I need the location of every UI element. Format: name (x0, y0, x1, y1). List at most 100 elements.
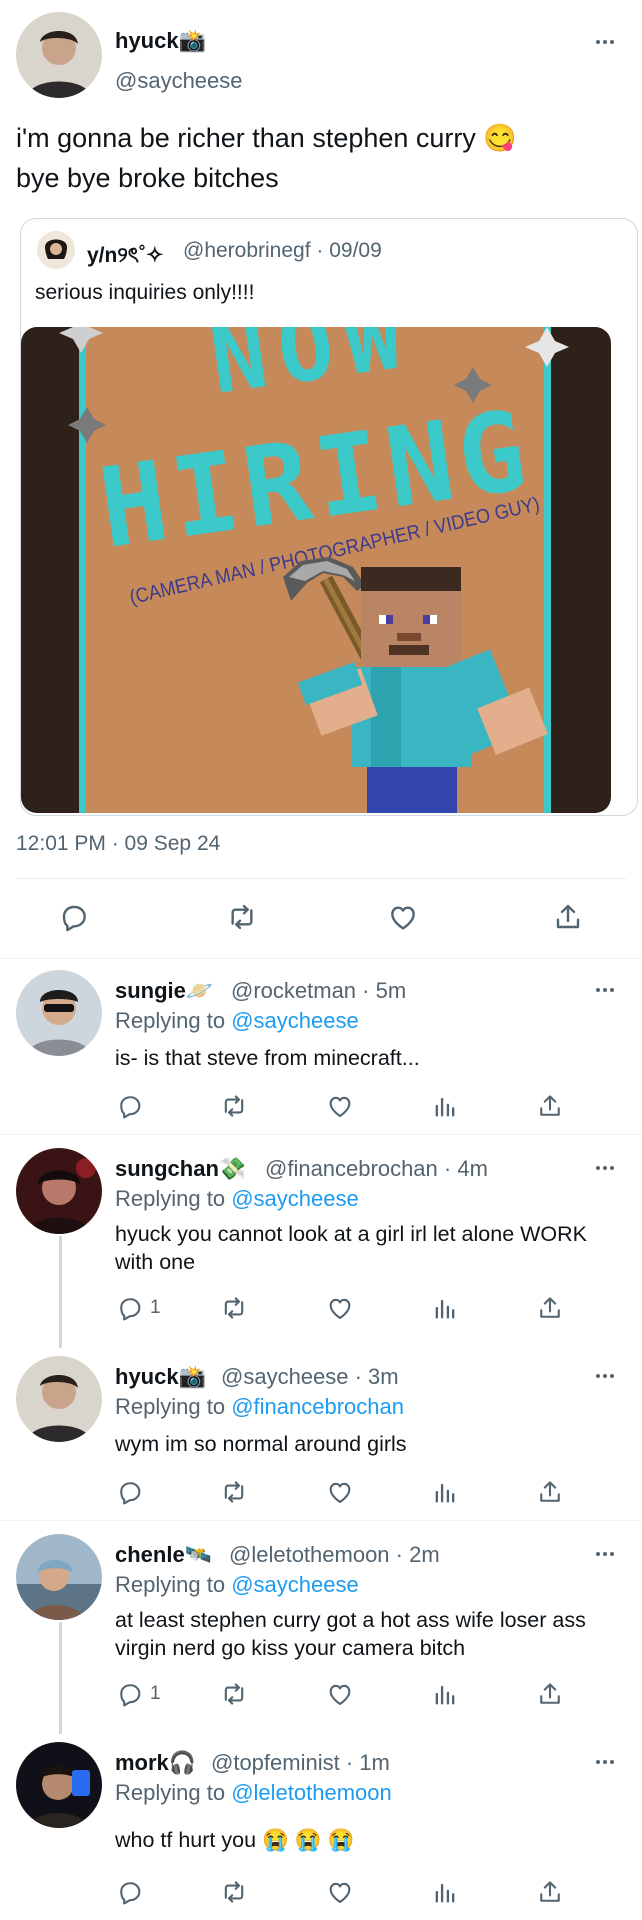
share-button[interactable] (536, 1478, 564, 1506)
replying-label: Replying to (115, 1008, 232, 1033)
reply-icon (116, 1680, 144, 1708)
replying-to-link[interactable]: @saycheese (231, 1008, 359, 1033)
reply-avatar[interactable] (16, 1148, 102, 1234)
reply-avatar[interactable] (16, 1356, 102, 1442)
reply-author-meta[interactable]: @topfeminist · 1m (211, 1750, 390, 1776)
like-button[interactable] (387, 901, 419, 933)
divider (16, 878, 626, 879)
retweet-button[interactable] (220, 1478, 248, 1506)
heart-icon (326, 1680, 354, 1708)
like-button[interactable] (326, 1294, 354, 1322)
reply-tweet[interactable]: sungie🪐 @rocketman · 5m Replying to @say… (0, 958, 642, 1134)
reply-author-name[interactable]: mork🎧 (115, 1750, 196, 1776)
heart-icon (326, 1092, 354, 1120)
author-avatar[interactable] (16, 12, 102, 98)
reply-tweet[interactable]: chenle🛰️ @leletothemoon · 2m Replying to… (0, 1522, 642, 1728)
reply-tweet[interactable]: sungchan💸 @financebrochan · 4m Replying … (0, 1136, 642, 1342)
views-icon (431, 1680, 459, 1708)
retweet-button[interactable] (220, 1680, 248, 1708)
quoted-author-name[interactable]: y/n୨ৎ˚✧ (87, 239, 164, 274)
share-button[interactable] (552, 901, 584, 933)
views-icon (431, 1878, 459, 1906)
reply-button[interactable] (116, 1878, 150, 1906)
share-icon (536, 1294, 564, 1322)
replying-to-link[interactable]: @financebrochan (231, 1394, 404, 1419)
reply-author-name[interactable]: sungie🪐 (115, 978, 213, 1004)
author-handle[interactable]: @saycheese (115, 68, 243, 94)
reply-text: who tf hurt you 😭 😭 😭 (115, 1828, 355, 1852)
heart-icon (326, 1478, 354, 1506)
retweet-button[interactable] (220, 1092, 248, 1120)
reply-text: hyuck you cannot look at a girl irl let … (115, 1222, 588, 1274)
more-options-icon[interactable] (596, 1163, 620, 1173)
more-options-icon[interactable] (596, 1549, 620, 1559)
now-hiring-image[interactable]: NOW HIRING (CAMERA MAN / PHOTOGRAPHER / … (21, 327, 611, 813)
reply-author-name[interactable]: hyuck📸 (115, 1364, 206, 1390)
views-button[interactable] (431, 1294, 459, 1322)
reply-author-name[interactable]: chenle🛰️ (115, 1542, 212, 1568)
reply-button[interactable] (116, 1478, 150, 1506)
replying-to-link[interactable]: @leletothemoon (231, 1780, 392, 1805)
share-button[interactable] (536, 1680, 564, 1708)
quoted-author-avatar[interactable] (37, 231, 75, 269)
tweet-text-line: i'm gonna be richer than stephen curry 😋 (16, 123, 518, 153)
share-button[interactable] (536, 1878, 564, 1906)
replying-to-link[interactable]: @saycheese (231, 1572, 359, 1597)
like-button[interactable] (326, 1878, 354, 1906)
views-icon (431, 1294, 459, 1322)
like-button[interactable] (326, 1092, 354, 1120)
like-button[interactable] (326, 1478, 354, 1506)
quoted-tweet[interactable]: y/n୨ৎ˚✧ @herobrinegf · 09/09 serious inq… (20, 218, 638, 816)
reply-icon (116, 1478, 144, 1506)
share-icon (552, 901, 584, 933)
reply-author-meta[interactable]: @rocketman · 5m (231, 978, 406, 1004)
retweet-button[interactable] (226, 901, 258, 933)
replying-to: Replying to @saycheese (115, 1008, 359, 1034)
quoted-author-meta[interactable]: @herobrinegf · 09/09 (183, 239, 382, 263)
author-name[interactable]: hyuck📸 (115, 28, 206, 54)
views-icon (431, 1092, 459, 1120)
replying-label: Replying to (115, 1572, 232, 1597)
reply-text: wym im so normal around girls (115, 1432, 407, 1456)
reply-icon (116, 1878, 144, 1906)
reply-avatar[interactable] (16, 1742, 102, 1828)
views-button[interactable] (431, 1878, 459, 1906)
views-button[interactable] (431, 1478, 459, 1506)
reply-button[interactable]: 1 (116, 1680, 161, 1708)
retweet-icon (220, 1478, 248, 1506)
tweet-timestamp[interactable]: 12:01 PM · 09 Sep 24 (16, 832, 220, 856)
replying-to: Replying to @leletothemoon (115, 1780, 392, 1806)
reply-avatar[interactable] (16, 1534, 102, 1620)
divider (0, 1134, 642, 1135)
reply-author-meta[interactable]: @leletothemoon · 2m (229, 1542, 440, 1568)
share-button[interactable] (536, 1294, 564, 1322)
more-options-icon[interactable] (596, 1371, 620, 1381)
reply-author-meta[interactable]: @financebrochan · 4m (265, 1156, 488, 1182)
retweet-icon (220, 1294, 248, 1322)
more-options-icon[interactable] (596, 1757, 620, 1767)
reply-tweet[interactable]: hyuck📸 @saycheese · 3m Replying to @fina… (0, 1344, 642, 1518)
views-button[interactable] (431, 1092, 459, 1120)
reply-text: at least stephen curry got a hot ass wif… (115, 1608, 586, 1660)
more-options-icon[interactable] (596, 985, 620, 995)
like-button[interactable] (326, 1680, 354, 1708)
views-button[interactable] (431, 1680, 459, 1708)
reply-avatar[interactable] (16, 970, 102, 1056)
quoted-tweet-text: serious inquiries only!!!! (35, 281, 255, 304)
more-options-icon[interactable] (596, 37, 620, 47)
replying-to: Replying to @saycheese (115, 1186, 359, 1212)
replying-label: Replying to (115, 1186, 232, 1211)
reply-author-name[interactable]: sungchan💸 (115, 1156, 246, 1182)
reply-tweet[interactable]: mork🎧 @topfeminist · 1m Replying to @lel… (0, 1730, 642, 1920)
reply-button[interactable]: 1 (116, 1294, 161, 1322)
share-button[interactable] (536, 1092, 564, 1120)
retweet-button[interactable] (220, 1878, 248, 1906)
replying-to-link[interactable]: @saycheese (231, 1186, 359, 1211)
retweet-button[interactable] (220, 1294, 248, 1322)
reply-author-meta[interactable]: @saycheese · 3m (221, 1364, 399, 1390)
reply-icon (116, 1294, 144, 1322)
reply-button[interactable] (116, 1092, 150, 1120)
reply-text: is- is that steve from minecraft... (115, 1046, 420, 1070)
reply-button[interactable] (58, 901, 90, 933)
retweet-icon (220, 1092, 248, 1120)
